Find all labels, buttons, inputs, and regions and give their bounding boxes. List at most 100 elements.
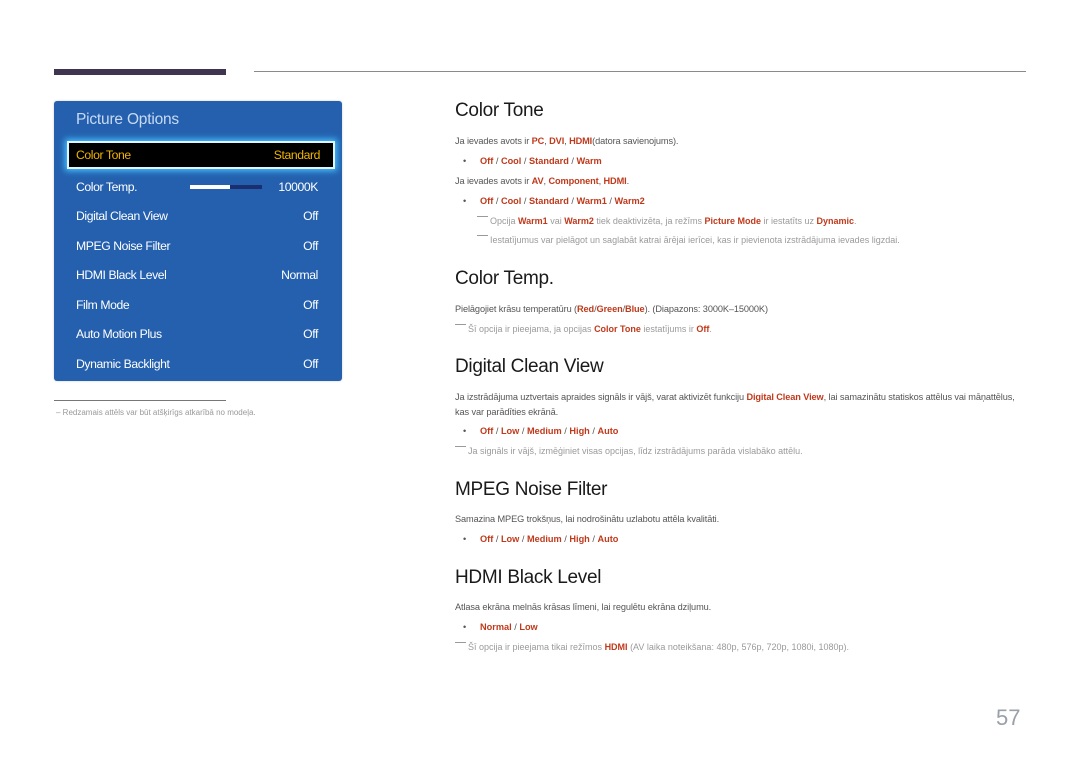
section-heading-hdmi-black-level: HDMI Black Level: [455, 567, 602, 588]
note-dash-icon: [455, 446, 466, 447]
options: Off / Low / Medium / High / Auto: [480, 534, 618, 544]
text: (datora savienojums).: [592, 136, 679, 146]
highlight: Color Tone: [594, 324, 641, 334]
option-value: Warm2: [614, 196, 645, 206]
option-list: • Off / Cool / Standard / Warm1 / Warm2: [463, 196, 645, 206]
section-heading-color-temp: Color Temp.: [455, 268, 554, 289]
menu-item-hdmi-black-level[interactable]: HDMI Black Level Normal: [76, 265, 318, 285]
highlight: AV: [531, 176, 544, 186]
text: Šī opcija ir pieejama, ja opcijas: [468, 324, 595, 334]
bullet-icon: •: [463, 196, 467, 206]
menu-item-value: Off: [303, 327, 318, 341]
highlight: Warm1: [518, 216, 548, 226]
option-value: Medium: [526, 534, 562, 544]
highlight: Picture Mode: [704, 216, 761, 226]
menu-item-value: Off: [303, 209, 318, 223]
options: Normal / Low: [480, 622, 538, 632]
note-dash-icon: [477, 235, 488, 236]
menu-item-value: 10000K: [278, 180, 318, 194]
bullet-icon: •: [463, 156, 467, 166]
note: Iestatījumus var pielāgot un saglabāt ka…: [477, 235, 900, 245]
footnote: – Redzamais attēls var būt atšķirīgs atk…: [56, 408, 256, 417]
menu-item-color-temp[interactable]: Color Temp. 10000K: [76, 177, 318, 197]
paragraph: Atlasa ekrāna melnās krāsas līmeni, lai …: [455, 602, 712, 612]
option-value: Normal: [480, 622, 512, 632]
option-value: Low: [519, 622, 538, 632]
text: .: [709, 324, 712, 334]
text: Šī opcija ir pieejama tikai režīmos: [468, 642, 605, 652]
option-list: • Normal / Low: [463, 622, 538, 632]
menu-item-value: Standard: [273, 148, 321, 162]
highlight: HDMI: [603, 176, 627, 186]
menu-item-digital-clean-view[interactable]: Digital Clean View Off: [76, 206, 318, 226]
paragraph: Ja izstrādājuma uztvertais apraides sign…: [455, 390, 1027, 419]
menu-item-label: Auto Motion Plus: [76, 327, 162, 341]
option-value: Off: [480, 426, 494, 436]
menu-item-label: MPEG Noise Filter: [76, 239, 171, 253]
footnote-rule: [54, 400, 226, 401]
option-value: Off: [480, 156, 494, 166]
option-value: Auto: [597, 426, 619, 436]
bullet-icon: •: [463, 622, 467, 632]
options: Off / Low / Medium / High / Auto: [480, 426, 618, 436]
option-value: Low: [500, 534, 520, 544]
separator: /: [519, 426, 527, 436]
header-rule: [254, 71, 1026, 72]
menu-item-label: HDMI Black Level: [76, 268, 167, 282]
menu-item-dynamic-backlight[interactable]: Dynamic Backlight Off: [76, 354, 318, 374]
slider-fill: [190, 185, 230, 189]
separator: /: [493, 426, 501, 436]
note: Šī opcija ir pieejama tikai režīmos HDMI…: [455, 642, 849, 652]
separator: /: [521, 196, 530, 206]
color-temp-slider[interactable]: [190, 185, 262, 189]
highlight: DVI: [549, 136, 565, 146]
text: vai: [547, 216, 565, 226]
menu-item-auto-motion-plus[interactable]: Auto Motion Plus Off: [76, 324, 318, 344]
option-value: Cool: [500, 156, 522, 166]
paragraph: Pielāgojiet krāsu temperatūru (Red/Green…: [455, 304, 768, 314]
menu-item-label: Film Mode: [76, 298, 130, 312]
highlight: Green: [596, 304, 623, 314]
menu-item-color-tone-selected[interactable]: Color Tone Standard: [67, 141, 335, 169]
text: Ja signāls ir vājš, izmēģiniet visas opc…: [468, 446, 803, 456]
note: Opcija Warm1 vai Warm2 tiek deaktivizēta…: [477, 216, 857, 226]
text: Ja ievades avots ir: [455, 176, 532, 186]
note: Šī opcija ir pieejama, ja opcijas Color …: [455, 324, 712, 334]
option-value: Medium: [526, 426, 562, 436]
highlight: Dynamic: [816, 216, 855, 226]
menu-item-label: Color Temp.: [76, 180, 138, 194]
paragraph: Samazina MPEG trokšņus, lai nodrošinātu …: [455, 514, 720, 524]
option-value: High: [569, 534, 590, 544]
note: Ja signāls ir vājš, izmēģiniet visas opc…: [455, 446, 803, 456]
header-accent-bar: [54, 69, 226, 75]
text: Ja ievades avots ir: [455, 136, 532, 146]
separator: /: [493, 156, 501, 166]
note-dash-icon: [455, 324, 466, 325]
option-value: Standard: [529, 156, 569, 166]
bullet-icon: •: [463, 426, 467, 436]
option-value: Warm: [576, 156, 602, 166]
options: Off / Cool / Standard / Warm1 / Warm2: [480, 196, 645, 206]
separator: /: [521, 156, 530, 166]
option-value: Warm1: [576, 196, 607, 206]
option-list: • Off / Low / Medium / High / Auto: [463, 426, 618, 436]
highlight: HDMI: [569, 136, 593, 146]
option-value: Auto: [597, 534, 619, 544]
paragraph: Ja ievades avots ir AV, Component, HDMI.: [455, 176, 629, 186]
paragraph: Ja ievades avots ir PC, DVI, HDMI(datora…: [455, 136, 678, 146]
menu-title: Picture Options: [76, 111, 179, 128]
text: ). (Diapazons: 3000K–15000K): [644, 304, 768, 314]
separator: /: [568, 156, 577, 166]
option-list: • Off / Cool / Standard / Warm: [463, 156, 602, 166]
menu-item-film-mode[interactable]: Film Mode Off: [76, 295, 318, 315]
highlight: Off: [696, 324, 710, 334]
menu-item-mpeg-noise-filter[interactable]: MPEG Noise Filter Off: [76, 236, 318, 256]
option-list: • Off / Low / Medium / High / Auto: [463, 534, 618, 544]
text: (AV laika noteikšana: 480p, 576p, 720p, …: [627, 642, 850, 652]
section-heading-color-tone: Color Tone: [455, 100, 544, 121]
separator: /: [568, 196, 577, 206]
highlight: Digital Clean View: [746, 392, 824, 402]
option-value: Standard: [529, 196, 569, 206]
text: .: [854, 216, 857, 226]
highlight: Component: [548, 176, 599, 186]
